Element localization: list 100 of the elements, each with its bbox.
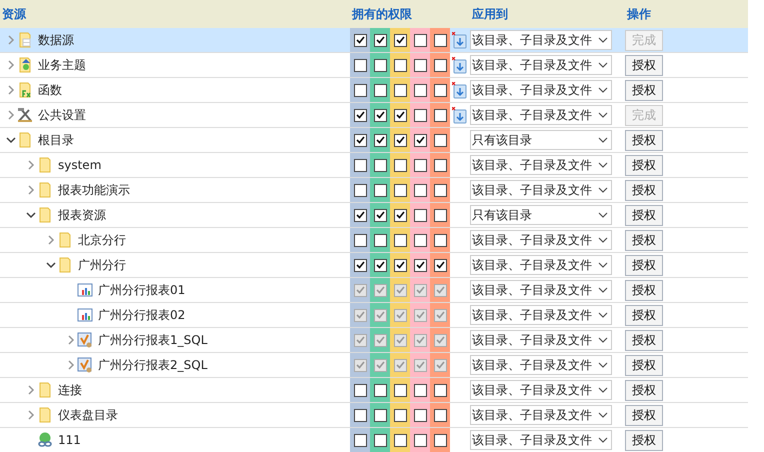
permission-checkbox[interactable] [354, 308, 366, 322]
grant-button[interactable]: 授权 [625, 354, 663, 376]
chevron-down-icon[interactable] [598, 212, 608, 218]
collapse-chevron-icon[interactable] [6, 135, 16, 145]
apply-to-select[interactable]: 该目录、子目录及文件 [470, 280, 612, 300]
chevron-down-icon[interactable] [598, 337, 608, 343]
chevron-down-icon[interactable] [598, 262, 608, 268]
permission-checkbox[interactable] [374, 184, 386, 196]
permission-checkbox[interactable] [354, 84, 366, 96]
resource-row[interactable]: 连接 该目录、子目录及文件 授权 [0, 378, 748, 403]
apply-to-select[interactable]: 该目录、子目录及文件 [470, 255, 612, 275]
grant-button[interactable]: 授权 [625, 404, 663, 426]
apply-to-select[interactable]: 该目录、子目录及文件 [470, 180, 612, 200]
permission-checkbox[interactable] [434, 234, 446, 246]
permission-checkbox[interactable] [374, 208, 386, 222]
permission-checkbox[interactable] [414, 384, 426, 396]
permission-checkbox[interactable] [374, 408, 386, 422]
permission-checkbox[interactable] [394, 184, 406, 196]
permission-checkbox[interactable] [414, 34, 426, 46]
chevron-down-icon[interactable] [598, 237, 608, 243]
resource-row[interactable]: 北京分行 该目录、子目录及文件 授权 [0, 228, 748, 253]
permission-checkbox[interactable] [394, 284, 406, 296]
collapse-chevron-icon[interactable] [46, 260, 56, 270]
permission-checkbox[interactable] [394, 258, 406, 272]
grant-button[interactable]: 授权 [625, 304, 663, 326]
expand-chevron-icon[interactable] [26, 185, 36, 195]
apply-to-select[interactable]: 该目录、子目录及文件 [470, 430, 612, 450]
permission-checkbox[interactable] [374, 34, 386, 46]
resource-row[interactable]: 广州分行报表2_SQL 该目录、子目录及文件 授权 [0, 353, 748, 378]
permission-checkbox[interactable] [354, 408, 366, 422]
permission-checkbox[interactable] [414, 58, 426, 72]
grant-button[interactable]: 授权 [625, 204, 663, 226]
grant-button[interactable]: 授权 [625, 230, 663, 250]
grant-button[interactable]: 授权 [625, 130, 663, 150]
permission-checkbox[interactable] [394, 34, 406, 46]
permission-checkbox[interactable] [354, 134, 366, 146]
apply-to-select[interactable]: 该目录、子目录及文件 [470, 305, 612, 325]
permission-checkbox[interactable] [354, 434, 366, 446]
resource-row[interactable]: 广州分行报表1_SQL 该目录、子目录及文件 授权 [0, 328, 748, 353]
apply-to-select[interactable]: 只有该目录 [470, 130, 612, 150]
grant-button[interactable]: 授权 [625, 180, 663, 200]
expand-chevron-icon[interactable] [26, 385, 36, 395]
permission-checkbox[interactable] [414, 434, 426, 446]
permission-checkbox[interactable] [414, 84, 426, 96]
permission-checkbox[interactable] [434, 358, 446, 372]
grant-button[interactable]: 授权 [625, 380, 663, 400]
chevron-down-icon[interactable] [598, 287, 608, 293]
permission-checkbox[interactable] [354, 334, 366, 346]
permission-checkbox[interactable] [394, 234, 406, 246]
permission-checkbox[interactable] [374, 258, 386, 272]
permission-checkbox[interactable] [394, 58, 406, 72]
chevron-down-icon[interactable] [598, 412, 608, 418]
permission-checkbox[interactable] [374, 234, 386, 246]
permission-checkbox[interactable] [354, 358, 366, 372]
chevron-down-icon[interactable] [598, 37, 608, 43]
permission-checkbox[interactable] [374, 158, 386, 172]
apply-to-select[interactable]: 该目录、子目录及文件 [470, 330, 612, 350]
permission-checkbox[interactable] [434, 184, 446, 196]
resource-row[interactable]: 函数 该目录、子目录及文件 授权 [0, 78, 748, 103]
permission-checkbox[interactable] [414, 358, 426, 372]
permission-checkbox[interactable] [394, 84, 406, 96]
permission-checkbox[interactable] [394, 334, 406, 346]
permission-checkbox[interactable] [434, 334, 446, 346]
chevron-down-icon[interactable] [598, 162, 608, 168]
resource-row[interactable]: system 该目录、子目录及文件 授权 [0, 153, 748, 178]
permission-checkbox[interactable] [394, 308, 406, 322]
import-icon[interactable] [452, 106, 467, 124]
permission-checkbox[interactable] [374, 134, 386, 146]
permission-checkbox[interactable] [354, 284, 366, 296]
permission-checkbox[interactable] [354, 184, 366, 196]
expand-chevron-icon[interactable] [26, 160, 36, 170]
resource-row[interactable]: 广州分行报表01 该目录、子目录及文件 授权 [0, 278, 748, 303]
permission-checkbox[interactable] [394, 158, 406, 172]
permission-checkbox[interactable] [374, 284, 386, 296]
permission-checkbox[interactable] [434, 34, 446, 46]
permission-checkbox[interactable] [414, 184, 426, 196]
grant-button[interactable]: 授权 [625, 80, 663, 100]
permission-checkbox[interactable] [434, 434, 446, 446]
grant-button[interactable]: 授权 [625, 254, 663, 276]
chevron-down-icon[interactable] [598, 87, 608, 93]
chevron-down-icon[interactable] [598, 137, 608, 143]
resource-row[interactable]: 广州分行 该目录、子目录及文件 授权 [0, 253, 748, 278]
collapse-chevron-icon[interactable] [26, 210, 36, 220]
permission-checkbox[interactable] [394, 434, 406, 446]
permission-checkbox[interactable] [414, 334, 426, 346]
apply-to-select[interactable]: 只有该目录 [470, 205, 612, 225]
permission-checkbox[interactable] [394, 208, 406, 222]
chevron-down-icon[interactable] [598, 437, 608, 443]
chevron-down-icon[interactable] [598, 187, 608, 193]
permission-checkbox[interactable] [394, 108, 406, 122]
permission-checkbox[interactable] [434, 108, 446, 122]
permission-checkbox[interactable] [394, 408, 406, 422]
permission-checkbox[interactable] [394, 384, 406, 396]
permission-checkbox[interactable] [414, 408, 426, 422]
permission-checkbox[interactable] [434, 58, 446, 72]
apply-to-select[interactable]: 该目录、子目录及文件 [470, 155, 612, 175]
permission-checkbox[interactable] [374, 384, 386, 396]
chevron-down-icon[interactable] [598, 112, 608, 118]
chevron-down-icon[interactable] [598, 312, 608, 318]
resource-row[interactable]: 仪表盘目录 该目录、子目录及文件 授权 [0, 403, 748, 428]
